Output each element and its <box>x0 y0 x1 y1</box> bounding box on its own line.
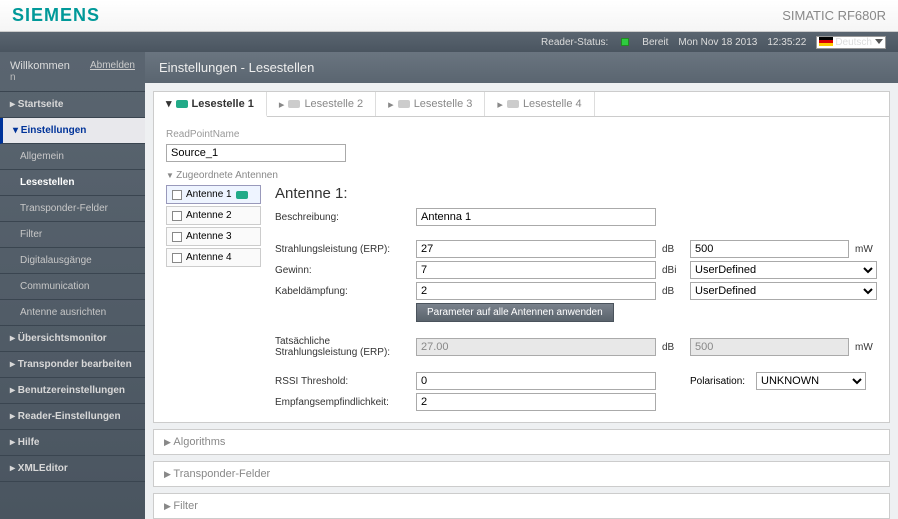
antenna-title: Antenne 1: <box>275 185 877 202</box>
sidebar-item[interactable]: ▸ Benutzereinstellungen <box>0 378 145 404</box>
real-mw-input <box>690 338 849 356</box>
language-selector[interactable]: Deutsch <box>816 36 886 49</box>
readpoint-input[interactable] <box>166 144 346 162</box>
sidebar-item[interactable]: Communication <box>0 274 145 300</box>
flag-de-icon <box>819 37 833 46</box>
checkbox-icon[interactable] <box>172 253 182 263</box>
tab-readpoint[interactable]: ▸ Lesestelle 2 <box>267 92 376 116</box>
collapsed-section[interactable]: Algorithms <box>153 429 890 455</box>
sensitivity-input[interactable] <box>416 393 656 411</box>
status-label: Reader-Status: <box>541 37 608 48</box>
antenna-list: Antenne 1 Antenne 2 Antenne 3 Antenne 4 <box>166 185 261 414</box>
sidebar-item[interactable]: ▸ Reader-Einstellungen <box>0 404 145 430</box>
sidebar-item[interactable]: ▸ Transponder bearbeiten <box>0 352 145 378</box>
antenna-list-item[interactable]: Antenne 3 <box>166 227 261 246</box>
checkbox-icon[interactable] <box>172 190 182 200</box>
status-bar: Reader-Status: Bereit Mon Nov 18 2013 12… <box>0 32 898 52</box>
antenna-icon <box>176 100 188 108</box>
app-header: SIEMENS SIMATIC RF680R <box>0 0 898 32</box>
sidebar-item[interactable]: Digitalausgänge <box>0 248 145 274</box>
sidebar: Willkommen Abmelden n ▸ Startseite▾ Eins… <box>0 52 145 519</box>
antenna-icon <box>398 100 410 108</box>
tab-readpoint[interactable]: ▸ Lesestelle 4 <box>485 92 594 116</box>
status-value: Bereit <box>642 37 668 48</box>
sidebar-welcome: Willkommen Abmelden n <box>0 52 145 92</box>
erp-mw-input[interactable] <box>690 240 849 258</box>
status-time: 12:35:22 <box>767 37 806 48</box>
antenna-icon <box>288 100 300 108</box>
antenna-list-item[interactable]: Antenne 1 <box>166 185 261 204</box>
sidebar-item[interactable]: ▸ XMLEditor <box>0 456 145 482</box>
checkbox-icon[interactable] <box>172 211 182 221</box>
sidebar-item[interactable]: ▸ Startseite <box>0 92 145 118</box>
collapsed-section[interactable]: Filter <box>153 493 890 519</box>
cable-select[interactable]: UserDefined <box>690 282 877 300</box>
polarisation-select[interactable]: UNKNOWN <box>756 372 866 390</box>
sidebar-item[interactable]: Allgemein <box>0 144 145 170</box>
sidebar-item[interactable]: ▸ Übersichtsmonitor <box>0 326 145 352</box>
gain-input[interactable] <box>416 261 656 279</box>
checkbox-icon[interactable] <box>172 232 182 242</box>
antenna-icon <box>236 191 248 199</box>
sidebar-item[interactable]: Antenne ausrichten <box>0 300 145 326</box>
antenna-list-item[interactable]: Antenne 4 <box>166 248 261 267</box>
antenna-section-toggle[interactable]: Zugeordnete Antennen <box>166 170 877 181</box>
logout-link[interactable]: Abmelden <box>90 60 135 71</box>
status-date: Mon Nov 18 2013 <box>678 37 757 48</box>
brand-logo: SIEMENS <box>12 5 100 26</box>
antenna-icon <box>507 100 519 108</box>
tab-readpoint[interactable]: ▸ Lesestelle 3 <box>376 92 485 116</box>
sidebar-item[interactable]: Filter <box>0 222 145 248</box>
status-indicator-icon <box>621 38 629 46</box>
sidebar-item[interactable]: Lesestellen <box>0 170 145 196</box>
erp-input[interactable] <box>416 240 656 258</box>
cable-input[interactable] <box>416 282 656 300</box>
page-title: Einstellungen - Lesestellen <box>145 52 898 83</box>
real-erp-input <box>416 338 656 356</box>
chevron-down-icon <box>875 39 883 44</box>
product-name: SIMATIC RF680R <box>782 8 886 23</box>
sidebar-item[interactable]: ▾ Einstellungen <box>0 118 145 144</box>
tab-bar: ▾ Lesestelle 1▸ Lesestelle 2▸ Lesestelle… <box>153 91 890 117</box>
rssi-input[interactable] <box>416 372 656 390</box>
collapsed-section[interactable]: Transponder-Felder <box>153 461 890 487</box>
gain-select[interactable]: UserDefined <box>690 261 877 279</box>
desc-input[interactable] <box>416 208 656 226</box>
sidebar-item[interactable]: Transponder-Felder <box>0 196 145 222</box>
tab-readpoint[interactable]: ▾ Lesestelle 1 <box>154 92 267 117</box>
sidebar-item[interactable]: ▸ Hilfe <box>0 430 145 456</box>
apply-all-button[interactable]: Parameter auf alle Antennen anwenden <box>416 303 614 322</box>
readpoint-label: ReadPointName <box>166 129 877 140</box>
antenna-list-item[interactable]: Antenne 2 <box>166 206 261 225</box>
